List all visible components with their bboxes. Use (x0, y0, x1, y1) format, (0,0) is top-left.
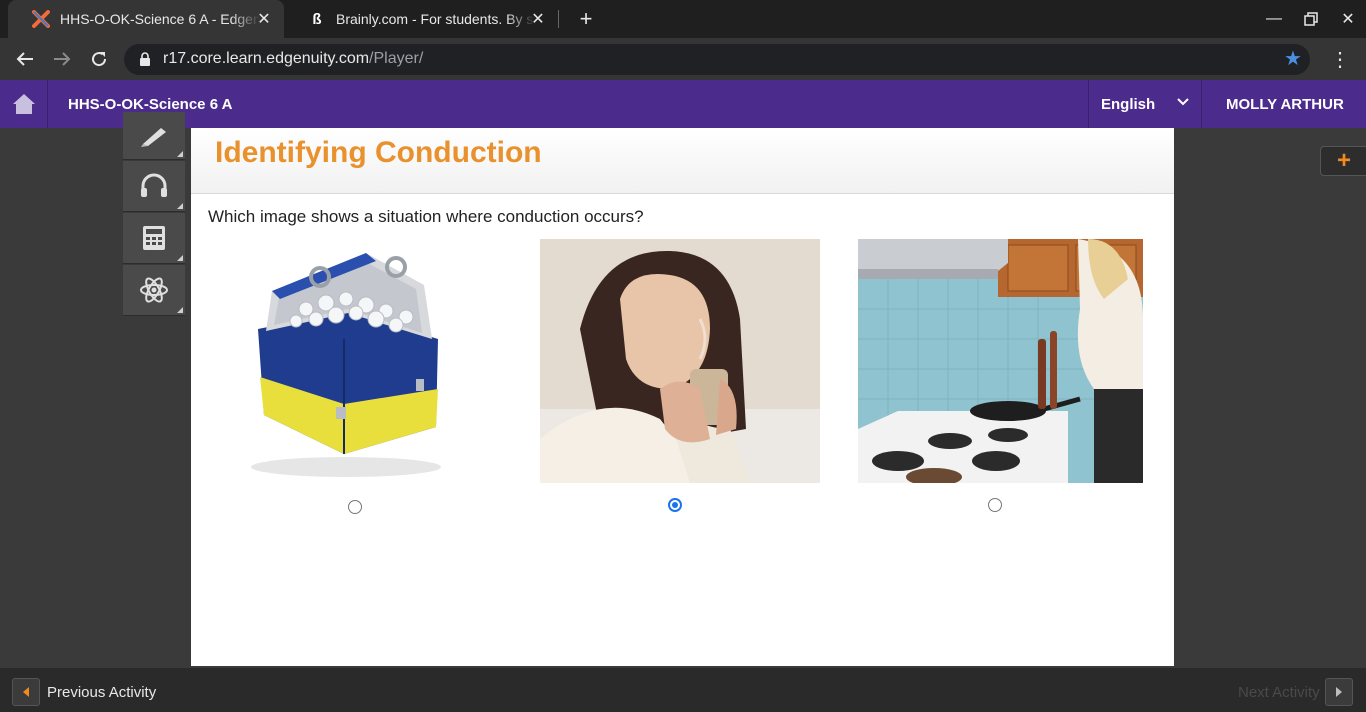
pencil-icon (141, 127, 166, 147)
tool-palette (123, 112, 185, 319)
chevron-down-icon (1177, 94, 1189, 110)
close-window-icon[interactable]: ✕ (1336, 8, 1360, 30)
tool-corner (177, 307, 183, 313)
reload-icon[interactable] (87, 47, 111, 71)
expand-plus-button[interactable]: + (1320, 146, 1366, 176)
plus-icon: + (1336, 147, 1351, 174)
url-text[interactable]: r17.core.learn.edgenuity.com/Player/ (163, 50, 423, 68)
forward-icon[interactable] (50, 47, 74, 71)
minimize-icon[interactable]: — (1262, 8, 1286, 30)
close-tab-icon[interactable]: ✕ (528, 9, 548, 29)
user-name[interactable]: MOLLY ARTHUR (1226, 96, 1344, 113)
woman-holding-hot-mug-image[interactable] (540, 239, 820, 483)
audio-tool-button[interactable] (123, 161, 185, 212)
url-path: /Player/ (369, 50, 424, 67)
course-title: HHS-O-OK-Science 6 A (68, 96, 233, 113)
language-label: English (1101, 96, 1156, 113)
tool-corner (177, 151, 183, 157)
bookmark-star-icon[interactable]: ★ (1282, 47, 1304, 70)
back-icon[interactable] (13, 47, 37, 71)
activity-footer: Previous Activity Next Activity (0, 668, 1366, 712)
browser-menu-icon[interactable]: ⋮ (1330, 47, 1350, 71)
ice-chest-image[interactable] (236, 239, 448, 485)
tab-title: Brainly.com - For students. By students. (336, 11, 536, 27)
next-activity-button (1325, 678, 1353, 706)
app-header: HHS-O-OK-Science 6 A English MOLLY ARTHU… (0, 80, 1366, 128)
science-tool-button[interactable] (123, 265, 185, 316)
browser-tab-strip: HHS-O-OK-Science 6 A - Edgenuity ✕ ß Bra… (0, 0, 1366, 38)
calculator-icon (143, 226, 165, 250)
new-tab-icon[interactable]: + (574, 6, 598, 31)
option-3-radio[interactable] (988, 498, 1002, 512)
calculator-tool-button[interactable] (123, 213, 185, 264)
home-icon (12, 94, 35, 114)
activity-title: Identifying Conduction (215, 136, 542, 169)
close-tab-icon[interactable]: ✕ (254, 9, 274, 29)
url-host: r17.core.learn.edgenuity.com (163, 50, 370, 67)
question-text: Which image shows a situation where cond… (208, 207, 644, 226)
lock-icon[interactable] (139, 52, 151, 66)
browser-tab-edgenuity[interactable]: HHS-O-OK-Science 6 A - Edgenuity ✕ (8, 0, 284, 38)
headphones-icon (141, 173, 167, 197)
browser-tab-brainly[interactable]: ß Brainly.com - For students. By student… (284, 0, 558, 38)
woman-cooking-on-stove-image[interactable] (858, 239, 1143, 483)
home-button[interactable] (0, 80, 48, 128)
restore-icon[interactable] (1299, 8, 1323, 30)
activity-panel: Identifying Conduction Which image shows… (191, 128, 1174, 666)
caret-right-icon (1336, 687, 1342, 697)
atom-icon (140, 277, 168, 303)
brainly-icon: ß (312, 10, 322, 28)
tool-corner (177, 203, 183, 209)
tab-title: HHS-O-OK-Science 6 A - Edgenuity (60, 11, 260, 27)
next-activity-label: Next Activity (1238, 684, 1320, 701)
caret-left-icon (23, 687, 29, 697)
tab-separator (558, 10, 559, 28)
edgenuity-icon (32, 10, 50, 28)
tool-corner (177, 255, 183, 261)
previous-activity-label[interactable]: Previous Activity (47, 684, 156, 701)
option-2-radio[interactable] (668, 498, 682, 512)
activity-title-bar: Identifying Conduction (191, 128, 1174, 194)
previous-activity-button[interactable] (12, 678, 40, 706)
option-1-radio[interactable] (348, 500, 362, 514)
language-selector[interactable]: English (1088, 80, 1202, 128)
pencil-tool-button[interactable] (123, 112, 185, 160)
